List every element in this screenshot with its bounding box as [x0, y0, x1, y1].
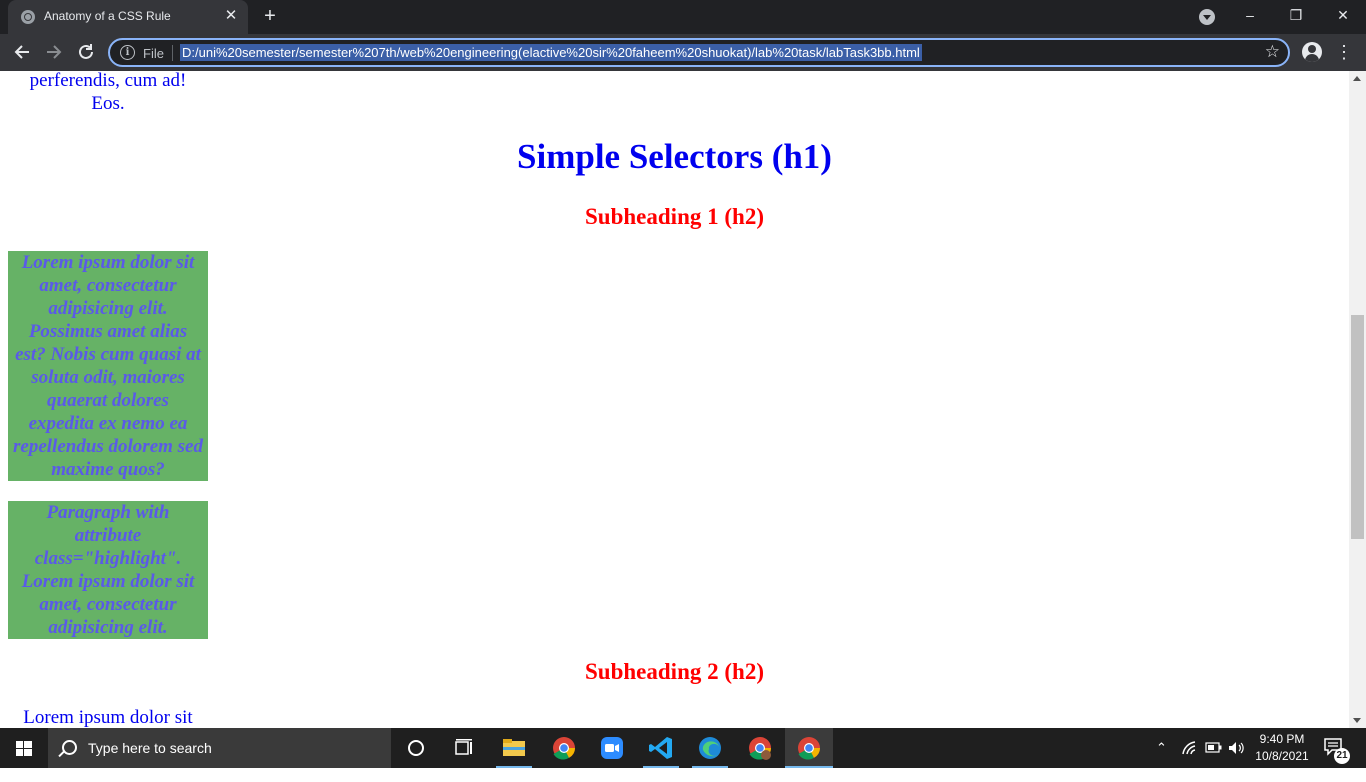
zoom-icon[interactable] — [588, 728, 636, 768]
box-line: maxime quos? — [51, 459, 165, 480]
browser-tab[interactable]: Anatomy of a CSS Rule ✕ — [8, 0, 248, 34]
top-paragraph: perferendis, cum ad! Eos. — [8, 71, 208, 115]
scroll-up-icon[interactable] — [1353, 76, 1361, 81]
reload-icon[interactable] — [72, 38, 100, 66]
chrome-profile-icon[interactable] — [736, 728, 784, 768]
box-line: est? Nobis cum quasi at — [15, 344, 201, 365]
vertical-scrollbar[interactable] — [1349, 71, 1366, 728]
clock-date: 10/8/2021 — [1255, 749, 1309, 763]
action-center-button[interactable]: 21 — [1320, 728, 1350, 768]
box-line: adipisicing elit. — [48, 617, 168, 638]
address-bar[interactable]: i File D:/uni%20semester/semester%207th/… — [108, 38, 1290, 67]
clock-time: 9:40 PM — [1259, 732, 1305, 746]
globe-icon — [21, 10, 35, 24]
paragraph-line: perferendis, cum ad! — [29, 71, 187, 91]
box-line: adipisicing elit. — [48, 298, 168, 319]
paragraph-line: Eos. — [91, 93, 125, 114]
windows-logo-icon — [16, 741, 32, 756]
edge-icon[interactable] — [686, 728, 734, 768]
highlight-box-2: Paragraph with attribute class="highligh… — [8, 501, 208, 639]
box-line: Paragraph with — [46, 502, 170, 523]
windows-taskbar: Type here to search ⌃ 9:40 PM 10/8/2021 … — [0, 728, 1366, 768]
volume-icon[interactable] — [1227, 741, 1247, 781]
chrome-icon[interactable] — [540, 728, 588, 768]
file-explorer-icon[interactable] — [490, 728, 538, 768]
bottom-paragraph: Lorem ipsum dolor sit — [23, 707, 193, 728]
box-line: Lorem ipsum dolor sit — [21, 252, 195, 273]
back-arrow-icon[interactable] — [8, 38, 36, 66]
clock[interactable]: 9:40 PM 10/8/2021 — [1251, 728, 1313, 768]
cortana-icon[interactable] — [392, 728, 440, 768]
box-line: class="highlight". — [34, 548, 182, 569]
minimize-button[interactable]: – — [1227, 0, 1273, 30]
wifi-icon[interactable] — [1181, 740, 1201, 780]
url-text[interactable]: D:/uni%20semester/semester%207th/web%20e… — [180, 44, 922, 61]
taskbar-search-input[interactable]: Type here to search — [48, 728, 391, 768]
scroll-down-icon[interactable] — [1353, 718, 1361, 723]
new-tab-button[interactable]: + — [259, 5, 281, 27]
box-line: expedita ex nemo ea — [28, 413, 188, 434]
notification-count-badge: 21 — [1334, 748, 1350, 764]
forward-arrow-icon[interactable] — [40, 38, 68, 66]
search-icon — [62, 740, 77, 755]
browser-toolbar: i File D:/uni%20semester/semester%207th/… — [0, 34, 1366, 71]
close-window-button[interactable]: ✕ — [1320, 0, 1366, 30]
menu-kebab-icon[interactable]: ⋮ — [1334, 40, 1354, 64]
box-line: amet, consectetur — [39, 275, 177, 296]
page-viewport: perferendis, cum ad! Eos. Simple Selecto… — [0, 71, 1349, 728]
restore-button[interactable]: ❐ — [1273, 0, 1319, 30]
tab-search-icon[interactable] — [1199, 9, 1215, 25]
search-placeholder: Type here to search — [88, 740, 212, 756]
page-title: Simple Selectors (h1) — [517, 137, 832, 176]
show-hidden-icons-chevron-icon[interactable]: ⌃ — [1156, 740, 1172, 780]
tab-title: Anatomy of a CSS Rule — [44, 9, 171, 23]
scrollbar-thumb[interactable] — [1351, 315, 1364, 539]
box-line: Possimus amet alias — [28, 321, 188, 342]
box-line: quaerat dolores — [47, 390, 169, 411]
chrome-active-icon[interactable] — [785, 728, 833, 768]
subheading-2: Subheading 2 (h2) — [585, 659, 764, 684]
tab-close-icon[interactable]: ✕ — [222, 7, 240, 25]
battery-icon[interactable] — [1205, 742, 1223, 782]
subheading-1: Subheading 1 (h2) — [585, 204, 764, 229]
start-button[interactable] — [0, 728, 48, 768]
box-line: attribute — [74, 525, 142, 546]
tab-strip: Anatomy of a CSS Rule ✕ + – ❐ ✕ — [0, 0, 1366, 34]
highlight-box-1: Lorem ipsum dolor sit amet, consectetur … — [8, 251, 208, 481]
box-line: repellendus dolorem sed — [13, 436, 203, 457]
box-line: amet, consectetur — [39, 594, 177, 615]
profile-avatar-icon[interactable] — [1302, 42, 1322, 62]
box-line: soluta odit, maiores — [31, 367, 185, 388]
vscode-icon[interactable] — [637, 728, 685, 768]
omnibox-divider — [172, 45, 173, 61]
bookmark-star-icon[interactable]: ☆ — [1265, 42, 1280, 62]
file-scheme-label: File — [143, 46, 164, 61]
task-view-icon[interactable] — [440, 728, 488, 768]
info-icon[interactable]: i — [120, 45, 135, 60]
box-line: Lorem ipsum dolor sit — [21, 571, 195, 592]
